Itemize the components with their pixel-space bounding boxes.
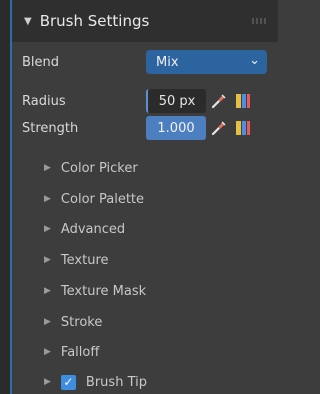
radius-value: 50 px bbox=[158, 93, 196, 109]
subpanel-label: Brush Tip bbox=[85, 374, 147, 390]
subpanel-texture[interactable]: ▶ Texture bbox=[44, 249, 109, 271]
subpanel-brush-tip[interactable]: ▶ ✓ Brush Tip bbox=[44, 371, 147, 393]
subpanel-advanced[interactable]: ▶ Advanced bbox=[44, 218, 125, 240]
strength-label: Strength bbox=[22, 120, 79, 136]
strength-palette-icon[interactable] bbox=[232, 116, 254, 140]
subpanel-texture-mask[interactable]: ▶ Texture Mask bbox=[44, 280, 146, 302]
subpanel-label: Falloff bbox=[60, 344, 100, 360]
strength-field[interactable]: 1.000 bbox=[146, 116, 206, 140]
expand-triangle-icon: ▼ bbox=[24, 15, 32, 27]
subpanel-label: Texture bbox=[60, 252, 109, 268]
strength-value: 1.000 bbox=[157, 120, 195, 136]
strength-pressure-icon[interactable] bbox=[208, 116, 230, 140]
collapsed-triangle-icon: ▶ bbox=[44, 377, 51, 387]
collapsed-triangle-icon: ▶ bbox=[44, 224, 51, 234]
subpanel-label: Advanced bbox=[60, 221, 126, 237]
blend-label: Blend bbox=[22, 54, 60, 70]
brush-settings-header[interactable]: ▼ Brush Settings bbox=[12, 0, 278, 42]
panel-accent-bar bbox=[10, 0, 12, 394]
collapsed-triangle-icon: ▶ bbox=[44, 255, 51, 265]
blend-value: Mix bbox=[156, 54, 179, 70]
subpanel-color-palette[interactable]: ▶ Color Palette bbox=[44, 188, 144, 210]
radius-pressure-icon[interactable] bbox=[208, 89, 230, 113]
subpanel-color-picker[interactable]: ▶ Color Picker bbox=[44, 157, 138, 179]
collapsed-triangle-icon: ▶ bbox=[44, 194, 51, 204]
subpanel-label: Color Palette bbox=[60, 191, 145, 207]
radius-palette-icon[interactable] bbox=[232, 89, 254, 113]
subpanel-stroke[interactable]: ▶ Stroke bbox=[44, 311, 102, 333]
radius-label: Radius bbox=[22, 93, 66, 109]
strength-row: Strength bbox=[22, 116, 267, 140]
radius-field[interactable]: 50 px bbox=[146, 89, 206, 113]
collapsed-triangle-icon: ▶ bbox=[44, 163, 51, 173]
drag-grip-icon[interactable] bbox=[252, 18, 268, 24]
subpanel-label: Color Picker bbox=[60, 160, 138, 176]
collapsed-triangle-icon: ▶ bbox=[44, 286, 51, 296]
side-strip bbox=[0, 0, 10, 394]
brush-tip-checkbox[interactable]: ✓ bbox=[60, 374, 76, 390]
subpanel-label: Texture Mask bbox=[60, 283, 147, 299]
subpanel-label: Stroke bbox=[60, 314, 103, 330]
chevron-down-icon: ⌄ bbox=[249, 53, 260, 68]
panel-title: Brush Settings bbox=[39, 12, 150, 30]
radius-row: Radius bbox=[22, 89, 267, 113]
collapsed-triangle-icon: ▶ bbox=[44, 317, 51, 327]
subpanel-falloff[interactable]: ▶ Falloff bbox=[44, 341, 99, 363]
collapsed-triangle-icon: ▶ bbox=[44, 347, 51, 357]
blend-dropdown[interactable]: Mix ⌄ bbox=[146, 50, 267, 74]
